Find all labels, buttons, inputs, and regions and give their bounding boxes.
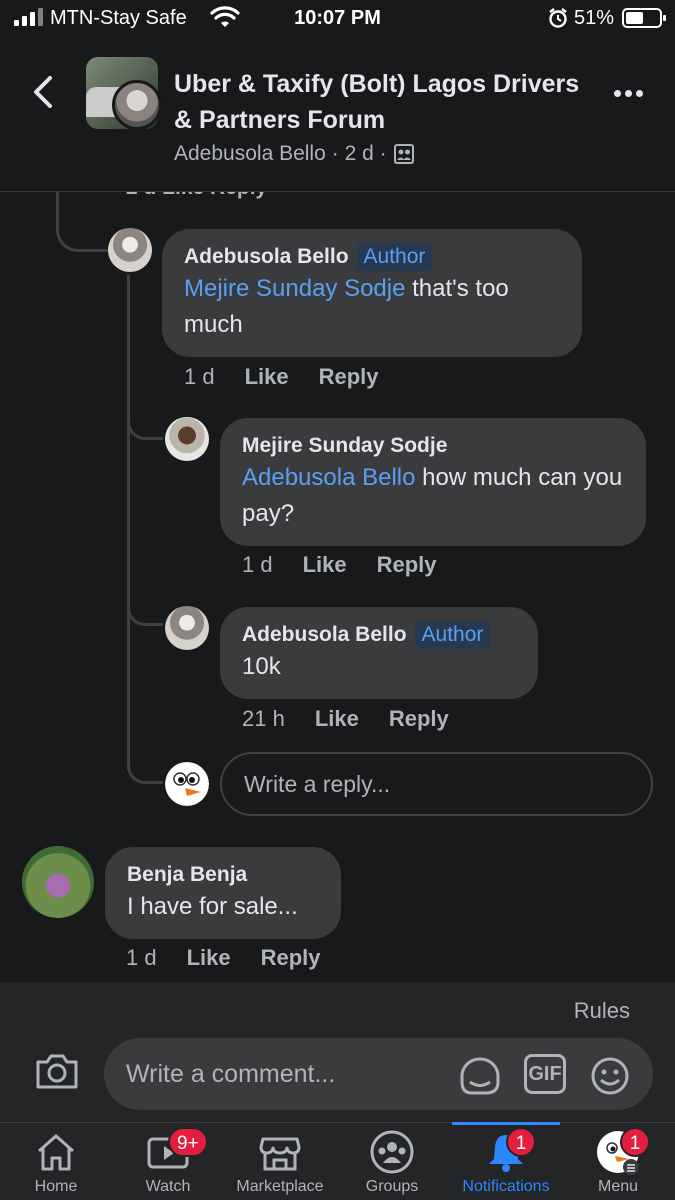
reply-button[interactable]: Reply (377, 552, 437, 578)
alarm-icon (549, 8, 567, 28)
tab-label: Home (34, 1178, 78, 1195)
mention-link[interactable]: Mejire Sunday Sodje (184, 275, 405, 302)
author-avatar[interactable] (112, 80, 162, 130)
comment-input[interactable]: Write a comment... GIF (104, 1038, 653, 1110)
mention-link[interactable]: Adebusola Bello (242, 464, 415, 491)
post-header: Uber & Taxify (Bolt) Lagos Drivers & Par… (0, 40, 675, 192)
marketplace-icon (259, 1137, 301, 1171)
comment-actions: 21 h Like Reply (242, 706, 449, 732)
sticker-icon[interactable] (458, 1056, 502, 1096)
comment-text: I have for sale... (127, 893, 298, 920)
comment-bubble: Adebusola Bello Author 10k (220, 607, 538, 699)
back-icon[interactable] (26, 72, 62, 112)
post-age: · 2 d · (331, 142, 387, 165)
watch-badge: 9+ (168, 1127, 208, 1157)
commenter-name[interactable]: Mejire Sunday Sodje (242, 432, 447, 460)
comment-actions: 1 d Like Reply (242, 552, 437, 578)
post-author[interactable]: Adebusola Bello (174, 142, 326, 166)
avatar[interactable] (165, 417, 209, 461)
tab-label: Groups (365, 1178, 419, 1195)
comment-bubble: Benja Benja I have for sale... (105, 847, 341, 939)
emoji-icon[interactable] (588, 1056, 632, 1096)
like-button[interactable]: Like (303, 552, 347, 578)
comment-text: 10k (242, 653, 281, 680)
comment-bubble: Adebusola Bello Author Mejire Sunday Sod… (162, 229, 582, 357)
camera-icon[interactable] (34, 1052, 80, 1090)
comment-composer: Rules Write a comment... GIF (0, 982, 675, 1122)
audience-icon (393, 144, 414, 164)
reply-button[interactable]: Reply (261, 945, 321, 971)
comment-text: Adebusola Bello how much can you pay? (242, 464, 623, 527)
thread-branch-2 (127, 596, 163, 626)
status-bar: MTN-Stay Safe 10:07 PM 51% (0, 0, 675, 40)
notifications-badge: 1 (506, 1127, 536, 1157)
comment-age: 1 d (184, 364, 215, 389)
comment-actions: 1 d Like Reply (184, 364, 379, 390)
author-badge: Author (414, 621, 491, 649)
rules-link[interactable]: Rules (574, 998, 630, 1024)
comment-text: Mejire Sunday Sodje that's too much (184, 275, 509, 338)
home-icon (38, 1134, 74, 1171)
reply-button[interactable]: Reply (389, 706, 449, 732)
my-avatar-icon (165, 762, 209, 806)
tab-label: Menu (597, 1178, 639, 1195)
thread-branch-1 (127, 410, 163, 440)
thread-branch-3 (127, 754, 163, 784)
comment-age: 21 h (242, 706, 285, 731)
tab-menu[interactable]: 1 Menu (562, 1123, 674, 1200)
commenter-name[interactable]: Benja Benja (127, 861, 247, 889)
like-button[interactable]: Like (315, 706, 359, 732)
thread-line-outer (56, 192, 108, 252)
commenter-name[interactable]: Adebusola Bello (184, 243, 349, 271)
avatar[interactable] (22, 846, 94, 918)
tab-watch[interactable]: 9+ Watch (112, 1123, 224, 1200)
reply-input[interactable]: Write a reply... (220, 752, 653, 816)
avatar[interactable] (165, 606, 209, 650)
tab-home[interactable]: Home (0, 1123, 112, 1200)
comment-placeholder: Write a comment... (126, 1060, 336, 1088)
like-button[interactable]: Like (245, 364, 289, 390)
gif-icon[interactable]: GIF (524, 1054, 566, 1094)
comment-age: 1 d (242, 552, 273, 577)
commenter-name[interactable]: Adebusola Bello (242, 621, 407, 649)
comment-bubble: Mejire Sunday Sodje Adebusola Bello how … (220, 418, 646, 546)
avatar[interactable] (108, 228, 152, 272)
tab-bar: Home 9+ Watch Marketplace Groups 1 Notif… (0, 1122, 675, 1200)
tab-label: Watch (145, 1178, 191, 1195)
more-options-icon[interactable] (614, 90, 643, 97)
tab-label: Notifications (462, 1178, 550, 1195)
tab-groups[interactable]: Groups (336, 1123, 448, 1200)
post-meta: Adebusola Bello · 2 d · (174, 142, 415, 166)
groups-icon (370, 1130, 414, 1174)
comment-actions: 1 d Like Reply (126, 945, 321, 971)
reply-button[interactable]: Reply (319, 364, 379, 390)
author-badge: Author (356, 243, 433, 271)
battery-percent: 51% (574, 7, 615, 29)
menu-badge: 1 (620, 1127, 650, 1157)
tab-notifications[interactable]: 1 Notifications (450, 1122, 562, 1200)
comment-age: 1 d (126, 945, 157, 970)
battery-icon (622, 8, 666, 28)
group-title[interactable]: Uber & Taxify (Bolt) Lagos Drivers & Par… (174, 66, 594, 138)
like-button[interactable]: Like (187, 945, 231, 971)
thread-line-inner (127, 275, 130, 770)
tab-label: Marketplace (236, 1178, 324, 1195)
tab-marketplace[interactable]: Marketplace (224, 1123, 336, 1200)
